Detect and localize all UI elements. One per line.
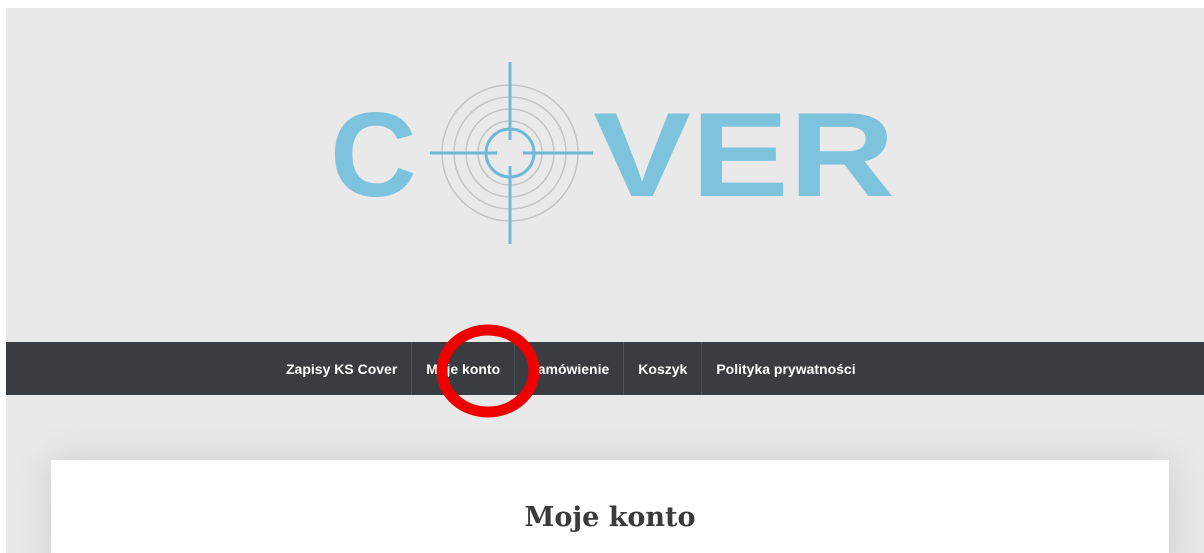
nav-item-moje-konto[interactable]: Moje konto [412, 342, 516, 395]
nav-item-polityka-prywatnosci[interactable]: Polityka prywatności [702, 342, 869, 395]
cover-logo-graphic: C VER [330, 62, 895, 244]
content-card: Moje konto [51, 460, 1169, 553]
nav-item-zapisy-ks-cover[interactable]: Zapisy KS Cover [272, 342, 413, 395]
nav-item-zamowienie[interactable]: Zamówienie [515, 342, 625, 395]
svg-text:C: C [330, 88, 417, 222]
page-title: Moje konto [524, 502, 696, 534]
nav-item-koszyk[interactable]: Koszyk [624, 342, 703, 395]
nav-menu: Zapisy KS Cover Moje konto Zamówienie Ko… [272, 342, 870, 395]
page-background: C VER Zapisy KS Cover Moje konto Zamówie… [6, 8, 1204, 553]
main-navigation: Zapisy KS Cover Moje konto Zamówienie Ko… [6, 342, 1204, 395]
svg-text:VER: VER [593, 88, 895, 222]
site-logo[interactable]: C VER [318, 58, 908, 258]
